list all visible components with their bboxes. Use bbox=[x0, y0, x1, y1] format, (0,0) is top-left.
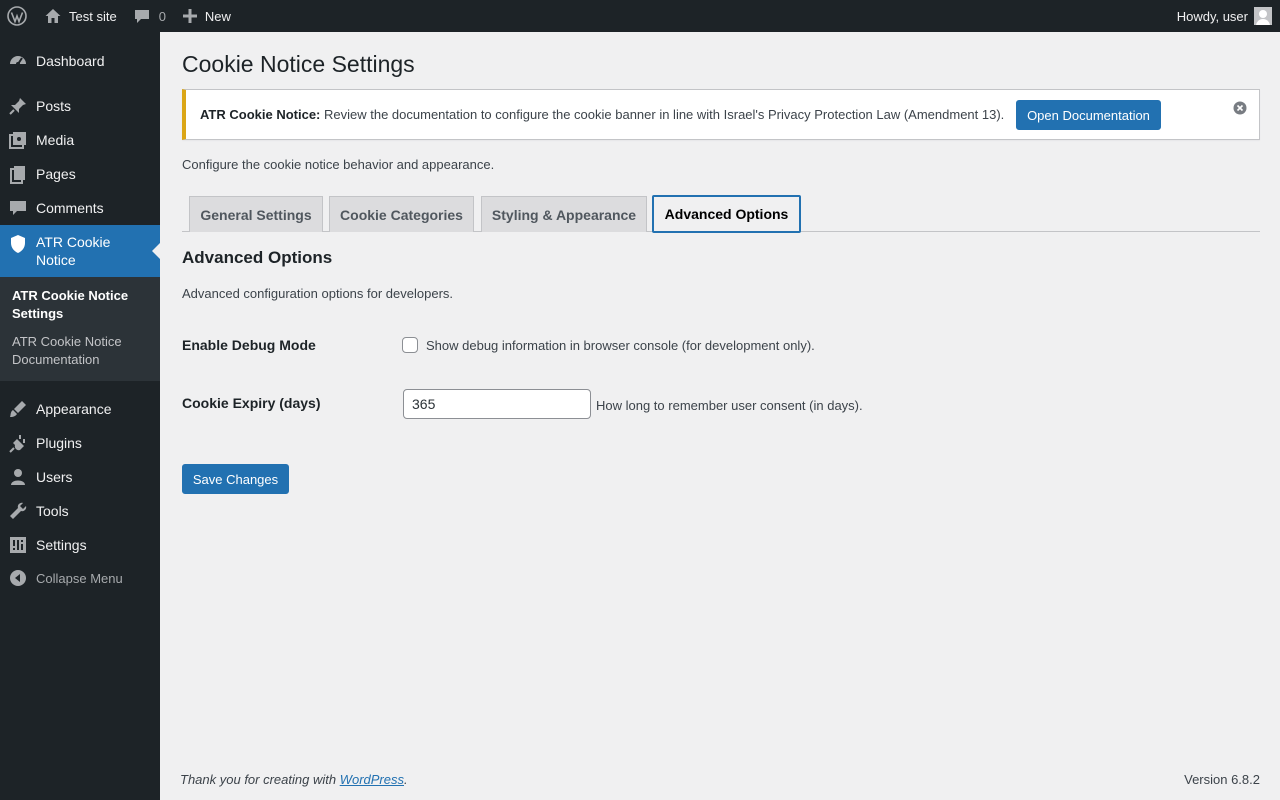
admin-sidebar: Dashboard Posts Media Pages Comments ATR… bbox=[0, 32, 160, 800]
sidebar-item-label: Comments bbox=[36, 200, 104, 216]
submenu-atr-cookie-notice: ATR Cookie Notice Settings ATR Cookie No… bbox=[0, 277, 160, 381]
dashboard-icon bbox=[0, 51, 36, 71]
submenu-item-settings[interactable]: ATR Cookie Notice Settings bbox=[12, 287, 152, 323]
sidebar-item-comments[interactable]: Comments bbox=[0, 191, 160, 225]
collapse-icon bbox=[0, 569, 36, 587]
sidebar-item-label: Users bbox=[36, 469, 73, 485]
user-icon bbox=[0, 467, 36, 487]
wordpress-link[interactable]: WordPress bbox=[340, 772, 404, 787]
debug-mode-checkbox[interactable] bbox=[402, 337, 418, 353]
tab-general-settings[interactable]: General Settings bbox=[189, 196, 323, 232]
sidebar-item-label: Pages bbox=[36, 166, 76, 182]
sidebar-item-label: Appearance bbox=[36, 401, 112, 417]
submenu-item-documentation[interactable]: ATR Cookie Notice Documentation bbox=[12, 333, 152, 369]
sidebar-item-tools[interactable]: Tools bbox=[0, 494, 160, 528]
sidebar-item-atr-cookie-notice[interactable]: ATR Cookie Notice bbox=[0, 225, 160, 277]
pages-icon bbox=[0, 164, 36, 184]
plugin-icon bbox=[0, 433, 36, 453]
dismiss-icon[interactable] bbox=[1233, 101, 1247, 115]
tab-styling-appearance[interactable]: Styling & Appearance bbox=[481, 196, 647, 232]
admin-bar: Test site 0 New Howdy, user bbox=[0, 0, 1280, 32]
howdy-text: Howdy, user bbox=[1176, 8, 1248, 24]
wordpress-logo-icon[interactable] bbox=[1, 0, 33, 32]
sidebar-item-label: Dashboard bbox=[36, 53, 105, 69]
footer-thanks-suffix: . bbox=[404, 772, 408, 787]
page-title: Cookie Notice Settings bbox=[182, 51, 415, 77]
sidebar-item-dashboard[interactable]: Dashboard bbox=[0, 44, 160, 78]
open-documentation-button[interactable]: Open Documentation bbox=[1016, 100, 1161, 130]
sidebar-item-settings[interactable]: Settings bbox=[0, 528, 160, 562]
admin-notice: ATR Cookie Notice: Review the documentat… bbox=[182, 89, 1260, 140]
cookie-expiry-description: How long to remember user consent (in da… bbox=[596, 398, 863, 413]
sidebar-item-pages[interactable]: Pages bbox=[0, 157, 160, 191]
sidebar-item-label: ATR Cookie Notice bbox=[36, 234, 111, 268]
section-description: Advanced configuration options for devel… bbox=[182, 286, 454, 301]
avatar bbox=[1254, 7, 1272, 25]
comment-icon bbox=[0, 198, 36, 218]
sidebar-item-plugins[interactable]: Plugins bbox=[0, 426, 160, 460]
site-name: Test site bbox=[69, 8, 117, 24]
debug-mode-description[interactable]: Show debug information in browser consol… bbox=[426, 338, 815, 353]
sidebar-item-posts[interactable]: Posts bbox=[0, 89, 160, 123]
comments-link[interactable]: 0 bbox=[134, 0, 166, 32]
new-label: New bbox=[204, 8, 231, 24]
sidebar-item-label: Plugins bbox=[36, 435, 82, 451]
current-menu-arrow bbox=[152, 243, 160, 259]
notice-text: Review the documentation to configure th… bbox=[320, 107, 1005, 122]
comment-icon bbox=[134, 10, 149, 23]
comments-count: 0 bbox=[158, 8, 166, 24]
nav-tabs: General Settings Cookie Categories Styli… bbox=[182, 195, 1260, 233]
section-title: Advanced Options bbox=[182, 248, 333, 267]
my-account[interactable]: Howdy, user bbox=[1177, 0, 1272, 32]
collapse-menu-button[interactable]: Collapse Menu bbox=[0, 561, 160, 595]
sidebar-item-label: Tools bbox=[36, 503, 69, 519]
settings-icon bbox=[0, 535, 36, 555]
shield-icon bbox=[8, 234, 28, 257]
sidebar-item-appearance[interactable]: Appearance bbox=[0, 392, 160, 426]
home-icon bbox=[45, 9, 61, 23]
notice-message: ATR Cookie Notice: Review the documentat… bbox=[200, 107, 1004, 122]
cookie-expiry-label: Cookie Expiry (days) bbox=[182, 395, 321, 411]
sidebar-item-media[interactable]: Media bbox=[0, 123, 160, 157]
save-changes-button[interactable]: Save Changes bbox=[182, 464, 289, 494]
footer-thanks: Thank you for creating with WordPress. bbox=[180, 772, 408, 787]
tab-cookie-categories[interactable]: Cookie Categories bbox=[329, 196, 474, 232]
brush-icon bbox=[0, 399, 36, 419]
media-icon bbox=[0, 130, 36, 150]
debug-mode-label: Enable Debug Mode bbox=[182, 337, 316, 353]
plus-icon bbox=[182, 9, 197, 23]
notice-strong: ATR Cookie Notice: bbox=[200, 107, 321, 122]
site-name-link[interactable]: Test site bbox=[44, 0, 117, 32]
collapse-menu-label: Collapse Menu bbox=[36, 570, 123, 586]
footer-thanks-prefix: Thank you for creating with bbox=[180, 772, 340, 787]
page-description: Configure the cookie notice behavior and… bbox=[182, 157, 495, 172]
new-content-link[interactable]: New bbox=[182, 0, 231, 32]
footer-version: Version 6.8.2 bbox=[1184, 772, 1260, 787]
tab-advanced-options[interactable]: Advanced Options bbox=[652, 195, 801, 233]
main-content: Cookie Notice Settings ATR Cookie Notice… bbox=[160, 32, 1280, 800]
pin-icon bbox=[0, 96, 36, 116]
sidebar-item-label: Settings bbox=[36, 537, 87, 553]
wrench-icon bbox=[0, 501, 36, 521]
sidebar-item-label: Posts bbox=[36, 98, 72, 114]
sidebar-item-label: Media bbox=[36, 132, 75, 148]
cookie-expiry-input[interactable] bbox=[403, 389, 591, 419]
sidebar-item-users[interactable]: Users bbox=[0, 460, 160, 494]
